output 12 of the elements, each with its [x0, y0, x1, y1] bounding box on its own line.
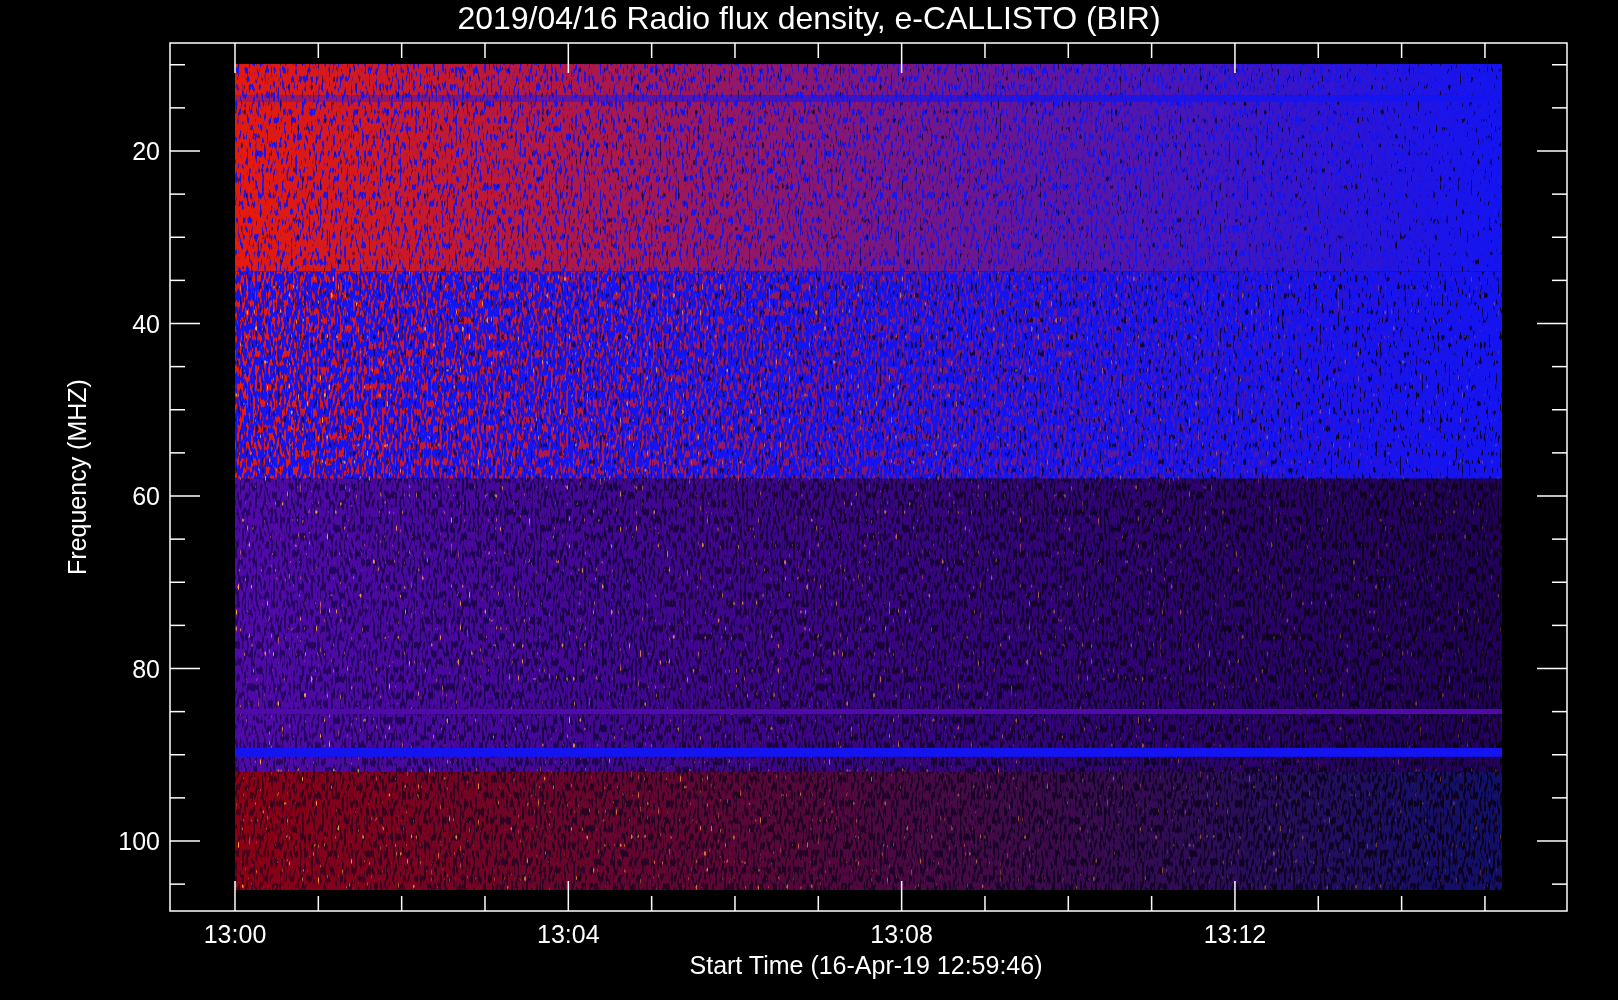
axis-label: Start Time (16-Apr-19 12:59:46)	[689, 951, 1043, 979]
axis-tick-label: 13:12	[1203, 920, 1267, 948]
chart-title: 2019/04/16 Radio flux density, e-CALLISTO (BIR)	[457, 0, 1161, 36]
axis-label: Frequency (MHZ)	[63, 379, 91, 575]
axis-tick-label: 100	[118, 827, 160, 855]
axis-tick-label: 13:04	[537, 920, 600, 948]
axis-tick-label: 20	[132, 137, 160, 165]
axis-tick-label: 60	[132, 482, 160, 510]
axis-tick-label: 13:08	[870, 920, 933, 948]
axis-tick-label: 13:00	[203, 920, 267, 948]
axis-tick-label: 40	[132, 309, 160, 338]
axis-tick-label: 80	[132, 654, 160, 683]
